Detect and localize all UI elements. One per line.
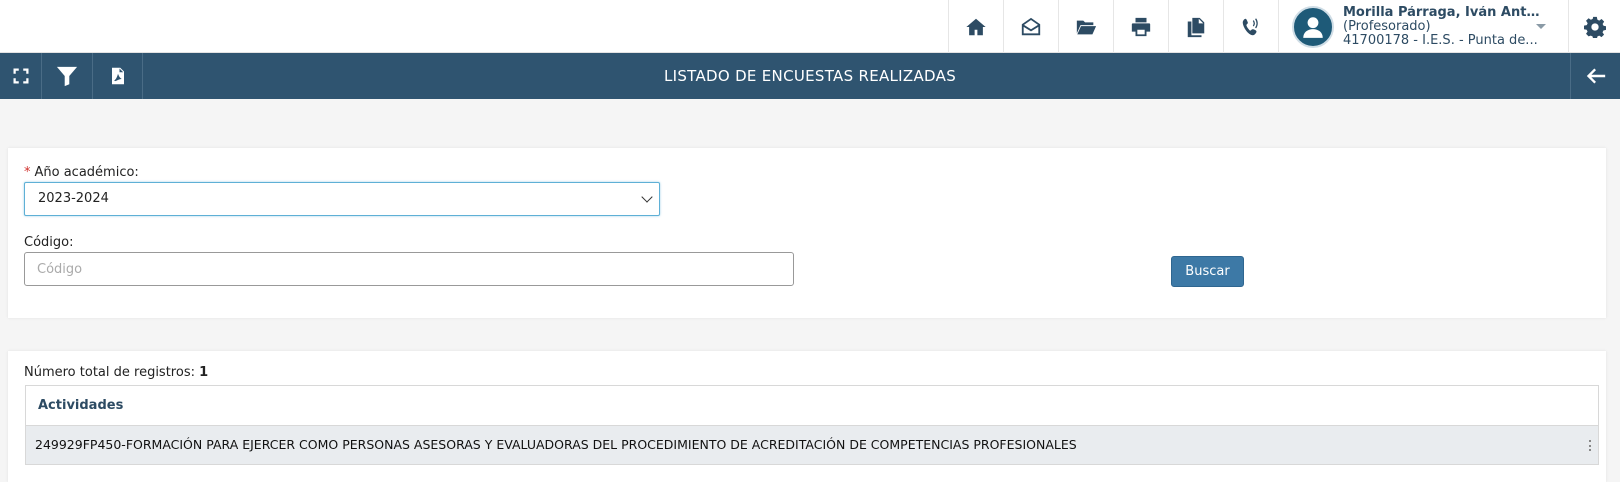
code-label: Código:	[24, 235, 74, 250]
top-toolbar	[948, 0, 1278, 53]
export-pdf-button[interactable]	[93, 53, 143, 99]
top-bar: Morilla Párraga, Iván Anto... (Profesora…	[0, 0, 1620, 53]
print-icon	[1131, 17, 1151, 36]
home-icon	[966, 18, 986, 35]
code-input[interactable]	[24, 252, 794, 286]
filter-panel: *Año académico: 2023-2024 Código: Buscar	[8, 148, 1606, 318]
year-select[interactable]: 2023-2024	[24, 182, 660, 216]
settings-button[interactable]	[1568, 0, 1620, 53]
user-name: Morilla Párraga, Iván Anto...	[1343, 5, 1543, 20]
pdf-icon	[111, 67, 124, 85]
arrow-left-icon	[1586, 68, 1605, 84]
page-title: LISTADO DE ENCUESTAS REALIZADAS	[663, 67, 957, 85]
results-panel: Número total de registros: 1 Actividades…	[8, 351, 1606, 482]
messages-button[interactable]	[1003, 0, 1058, 53]
user-icon	[1303, 16, 1323, 38]
phone-button[interactable]	[1223, 0, 1278, 53]
record-count: Número total de registros: 1	[24, 365, 208, 380]
folder-open-icon	[1076, 20, 1097, 34]
table-row[interactable]: 249929FP450-FORMACIÓN PARA EJERCER COMO …	[26, 426, 1598, 464]
fullscreen-button[interactable]	[0, 53, 42, 99]
print-button[interactable]	[1113, 0, 1168, 53]
search-button[interactable]: Buscar	[1171, 256, 1244, 287]
gear-icon	[1583, 16, 1606, 38]
documents-button[interactable]	[1058, 0, 1113, 53]
home-button[interactable]	[948, 0, 1003, 53]
filter-button[interactable]	[42, 53, 93, 99]
envelope-open-icon	[1021, 17, 1041, 35]
row-menu-icon[interactable]	[1589, 440, 1592, 451]
table-cell-actividad: 249929FP450-FORMACIÓN PARA EJERCER COMO …	[35, 437, 1077, 452]
user-menu[interactable]: Morilla Párraga, Iván Anto... (Profesora…	[1278, 0, 1568, 53]
record-count-label: Número total de registros:	[24, 365, 195, 380]
title-bar: LISTADO DE ENCUESTAS REALIZADAS	[0, 53, 1620, 99]
record-count-value: 1	[199, 365, 209, 380]
user-role: (Profesorado)	[1343, 19, 1431, 34]
caret-down-icon	[1536, 24, 1546, 29]
back-button[interactable]	[1570, 53, 1620, 99]
copy-icon	[1187, 17, 1205, 37]
copy-button[interactable]	[1168, 0, 1223, 53]
user-center: 41700178 - I.E.S. - Punta de...	[1343, 33, 1538, 48]
results-table: Actividades 249929FP450-FORMACIÓN PARA E…	[25, 385, 1599, 465]
filter-icon	[56, 66, 78, 87]
phone-volume-icon	[1242, 17, 1258, 35]
required-marker: *	[24, 165, 31, 180]
column-header-actividades[interactable]: Actividades	[26, 386, 1598, 426]
year-label: Año académico:	[34, 165, 139, 180]
year-label-wrap: * Año académico:	[24, 165, 139, 180]
chevron-down-icon	[641, 191, 653, 203]
year-select-value: 2023-2024	[38, 191, 109, 206]
avatar	[1292, 5, 1334, 48]
expand-icon	[13, 68, 28, 84]
